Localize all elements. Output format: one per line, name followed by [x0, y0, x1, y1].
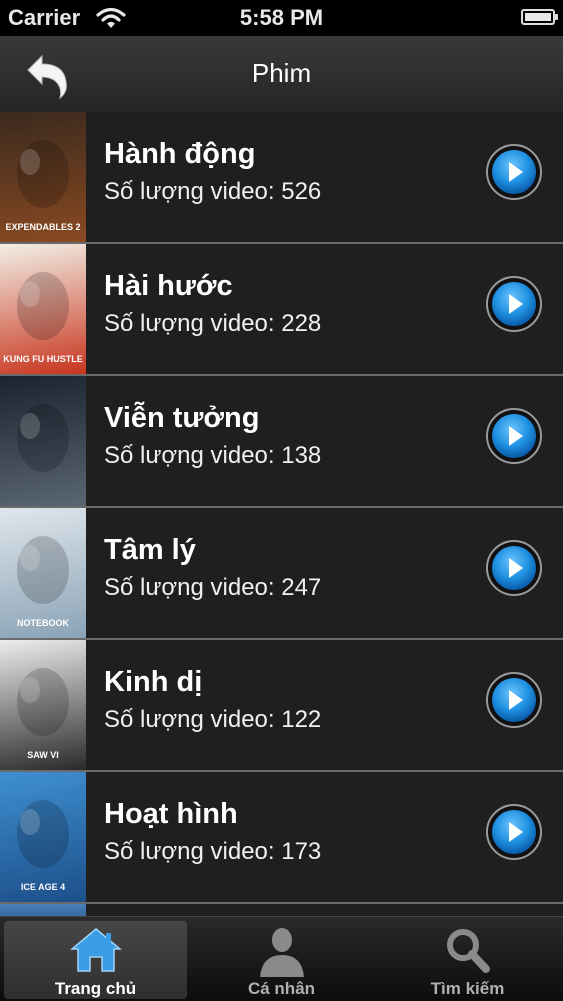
- poster-image: SAW VI: [0, 640, 86, 770]
- poster-title: KUNG FU HUSTLE: [3, 354, 83, 364]
- home-icon: [69, 928, 122, 972]
- status-bar: Carrier 5:58 PM: [0, 0, 563, 36]
- poster-image: EXPENDABLES 2: [0, 112, 86, 242]
- poster-title: ICE AGE 4: [21, 882, 65, 892]
- tab-search-label: Tìm kiếm: [430, 979, 505, 998]
- category-name: Viễn tưởng: [104, 402, 260, 434]
- tab-search[interactable]: Tìm kiếm: [376, 921, 559, 999]
- poster-image: NOTEBOOK: [0, 508, 86, 638]
- video-count: Số lượng video: 526: [104, 178, 322, 205]
- play-button[interactable]: [485, 143, 543, 201]
- video-count: Số lượng video: 173: [104, 838, 322, 865]
- poster-image: [0, 376, 86, 506]
- category-row[interactable]: EXPENDABLES 2 Hành động Số lượng video: …: [0, 112, 563, 244]
- poster-image: ICE AGE 4: [0, 772, 86, 902]
- tab-profile-label: Cá nhân: [247, 979, 316, 998]
- category-name: Kinh dị: [104, 666, 203, 698]
- poster-title: SAW VI: [27, 750, 59, 760]
- category-row[interactable]: Viễn tưởng Số lượng video: 138: [0, 376, 563, 508]
- poster-image: [0, 904, 86, 916]
- play-button[interactable]: [485, 803, 543, 861]
- category-name: Hài hước: [104, 270, 233, 302]
- battery-icon: [521, 9, 558, 25]
- category-name: Hành động: [104, 138, 256, 170]
- tab-bar: Trang chủ Cá nhân Tìm kiếm: [0, 916, 563, 1001]
- search-icon: [446, 929, 490, 973]
- tab-home-label: Trang chủ: [54, 979, 137, 998]
- category-row[interactable]: ICE AGE 4 Hoạt hình Số lượng video: 173: [0, 772, 563, 904]
- tab-home[interactable]: Trang chủ: [4, 921, 187, 999]
- tab-profile[interactable]: Cá nhân: [190, 921, 373, 999]
- poster-image: KUNG FU HUSTLE: [0, 244, 86, 374]
- category-name: Hoạt hình: [104, 798, 238, 830]
- page-title: Phim: [251, 58, 312, 88]
- category-row-partial: [0, 904, 563, 916]
- navigation-bar: Phim: [0, 36, 563, 113]
- video-count: Số lượng video: 138: [104, 442, 322, 469]
- video-count: Số lượng video: 228: [104, 310, 322, 337]
- video-count: Số lượng video: 247: [104, 574, 322, 601]
- category-row[interactable]: SAW VI Kinh dị Số lượng video: 122: [0, 640, 563, 772]
- poster-title: NOTEBOOK: [17, 618, 70, 628]
- play-button[interactable]: [485, 407, 543, 465]
- play-button[interactable]: [485, 539, 543, 597]
- category-name: Tâm lý: [104, 534, 196, 566]
- category-row[interactable]: KUNG FU HUSTLE Hài hước Số lượng video: …: [0, 244, 563, 376]
- play-button[interactable]: [485, 671, 543, 729]
- video-count: Số lượng video: 122: [104, 706, 322, 733]
- person-icon: [259, 928, 304, 977]
- poster-title: EXPENDABLES 2: [5, 222, 80, 232]
- play-button[interactable]: [485, 275, 543, 333]
- category-row[interactable]: NOTEBOOK Tâm lý Số lượng video: 247: [0, 508, 563, 640]
- clock: 5:58 PM: [239, 5, 324, 30]
- category-list: EXPENDABLES 2 Hành động Số lượng video: …: [0, 112, 563, 916]
